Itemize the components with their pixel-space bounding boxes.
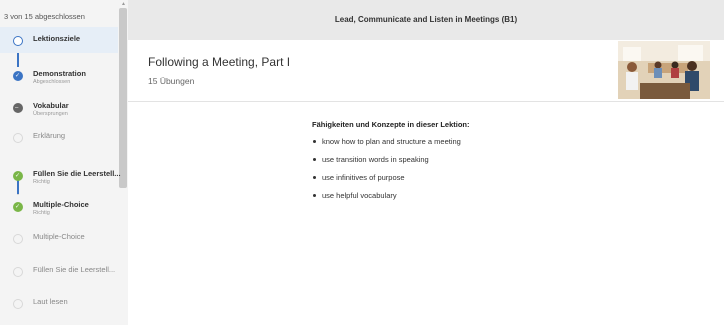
lesson-thumbnail-image <box>618 41 710 99</box>
step-title: Vokabular <box>33 101 69 110</box>
skill-item: use helpful vocabulary <box>312 191 470 209</box>
sidebar-step-multiple-choice-2[interactable]: Multiple-Choice <box>0 225 118 251</box>
sidebar-scrollbar[interactable] <box>119 8 127 188</box>
sidebar-step-multiple-choice-1[interactable]: ✓ Multiple-Choice Richtig <box>0 193 118 219</box>
progress-label: 3 von 15 abgeschlossen <box>4 12 85 21</box>
check-icon: ✓ <box>13 71 23 81</box>
sidebar-step-lektionsziele[interactable]: Lektionsziele <box>0 27 118 53</box>
step-title: Füllen Sie die Leerstell... <box>33 169 121 178</box>
skill-item: know how to plan and structure a meeting <box>312 137 470 155</box>
step-status: Übersprungen <box>33 111 68 117</box>
skipped-icon: – <box>13 103 23 113</box>
open-step-icon <box>13 133 23 143</box>
open-step-icon <box>13 234 23 244</box>
skills-section: Fähigkeiten und Konzepte in dieser Lekti… <box>312 120 470 209</box>
step-title: Lektionsziele <box>33 34 81 43</box>
check-icon: ✓ <box>13 171 23 181</box>
step-title: Multiple-Choice <box>33 200 89 209</box>
course-title: Lead, Communicate and Listen in Meetings… <box>334 15 518 24</box>
course-header: Lead, Communicate and Listen in Meetings… <box>128 0 724 40</box>
lesson-sidebar: 3 von 15 abgeschlossen ▲ Lektionsziele ✓… <box>0 0 128 325</box>
sidebar-step-fill-blanks-1[interactable]: ✓ Füllen Sie die Leerstell... Richtig <box>0 162 121 188</box>
scroll-up-arrow-icon[interactable]: ▲ <box>121 1 126 7</box>
sidebar-step-vokabular[interactable]: – Vokabular Übersprungen <box>0 94 118 120</box>
step-title: Laut lesen <box>33 297 68 306</box>
sidebar-step-demonstration[interactable]: ✓ Demonstration Abgeschlossen <box>0 62 118 88</box>
step-status: Richtig <box>33 179 50 185</box>
check-icon: ✓ <box>13 202 23 212</box>
lesson-header: Following a Meeting, Part I 15 Übungen <box>128 40 724 102</box>
step-title: Erklärung <box>33 131 66 140</box>
sidebar-step-fill-blanks-2[interactable]: Füllen Sie die Leerstell... <box>0 258 118 284</box>
step-title: Multiple-Choice <box>33 232 85 241</box>
step-status: Richtig <box>33 210 50 216</box>
lesson-title: Following a Meeting, Part I <box>148 55 291 69</box>
open-step-icon <box>13 299 23 309</box>
current-step-icon <box>13 36 23 46</box>
skill-item: use transition words in speaking <box>312 155 470 173</box>
skill-item: use infinitives of purpose <box>312 173 470 191</box>
sidebar-step-erklaerung[interactable]: Erklärung <box>0 124 118 150</box>
step-title: Füllen Sie die Leerstell... <box>33 265 116 274</box>
skills-heading: Fähigkeiten und Konzepte in dieser Lekti… <box>312 120 470 129</box>
step-title: Demonstration <box>33 69 86 78</box>
sidebar-step-laut-lesen[interactable]: Laut lesen <box>0 290 118 316</box>
exercise-count: 15 Übungen <box>148 76 195 86</box>
step-status: Abgeschlossen <box>33 79 71 85</box>
open-step-icon <box>13 267 23 277</box>
